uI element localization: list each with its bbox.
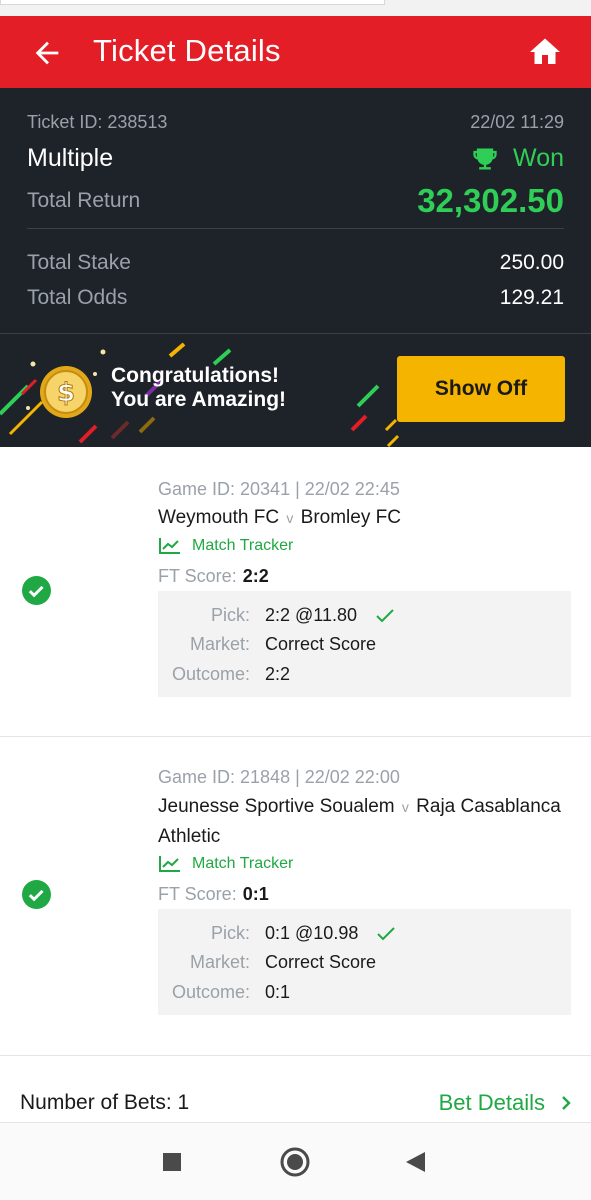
checkmark-icon (376, 608, 394, 622)
address-bar[interactable] (0, 0, 385, 5)
bet-type: Multiple (27, 144, 114, 172)
congratulations-line-2: You are Amazing! (111, 388, 287, 411)
ft-score-value: 2:2 (242, 566, 269, 586)
congratulations-text: Congratulations! You are Amazing! (111, 364, 286, 412)
total-return-label: Total Return (27, 189, 141, 212)
browser-top-strip (0, 0, 591, 16)
ft-score-label: FT Score: (158, 884, 237, 904)
coin-icon: $ (40, 366, 92, 418)
market-label: Market: (189, 952, 250, 972)
ft-score-value: 0:1 (242, 884, 269, 904)
check-circle-icon (22, 576, 51, 605)
home-team: Jeunesse Sportive Soualem (158, 796, 395, 817)
total-stake-value: 250.00 (499, 251, 564, 274)
game-card: Game ID: 21848 | 22/02 22:00 Jeunesse Sp… (0, 737, 591, 1056)
game-meta: Game ID: 21848 | 22/02 22:00 (158, 767, 400, 787)
total-return-value: 32,302.50 (417, 182, 564, 219)
status-badge: Won (471, 144, 564, 173)
ft-score: FT Score: 2:2 (158, 566, 269, 587)
check-circle-icon (22, 880, 51, 909)
congratulations-line-1: Congratulations! (111, 364, 279, 387)
number-of-bets: Number of Bets: 1 (20, 1091, 190, 1114)
trophy-icon (473, 148, 497, 169)
outcome-value: 0:1 (265, 982, 291, 1002)
chart-line-icon (159, 856, 180, 872)
match-tracker-label: Match Tracker (192, 537, 294, 554)
android-nav-bar (0, 1122, 591, 1200)
checkmark-icon (377, 926, 396, 940)
versus-label: v (286, 510, 294, 526)
outcome-value: 2:2 (265, 664, 291, 684)
ft-score-label: FT Score: (158, 566, 237, 586)
market-value: Correct Score (265, 952, 377, 972)
show-off-button[interactable]: Show Off (397, 356, 565, 422)
pick-details: Pick: 0:1 @10.98 Market: Correct Score O… (158, 909, 571, 1015)
pick-value: 2:2 @11.80 (265, 605, 395, 626)
bet-details-label: Bet Details (438, 1090, 545, 1115)
pick-value: 0:1 @10.98 (265, 923, 396, 944)
back-triangle-icon[interactable] (398, 1145, 432, 1179)
app-header: Ticket Details (0, 16, 591, 88)
chart-line-icon (159, 538, 180, 554)
pick-text: 0:1 @10.98 (265, 923, 359, 943)
bets-footer: Number of Bets: 1 Bet Details (0, 1082, 591, 1122)
ticket-id: Ticket ID: 238513 (27, 112, 168, 132)
chevron-right-icon (562, 1096, 571, 1110)
away-team: Bromley FC (300, 507, 401, 528)
ticket-summary: Ticket ID: 238513 22/02 11:29 Multiple W… (0, 88, 591, 333)
game-teams: Jeunesse Sportive Soualem v Raja Casabla… (158, 792, 578, 851)
outcome-label: Outcome: (171, 664, 250, 684)
pick-label: Pick: (210, 923, 250, 943)
summary-divider (27, 228, 564, 229)
market-value: Correct Score (265, 634, 377, 654)
match-tracker-link[interactable]: Match Tracker (158, 855, 293, 873)
ticket-datetime: 22/02 11:29 (470, 112, 564, 132)
recents-square-icon[interactable] (155, 1145, 189, 1179)
market-label: Market: (189, 634, 250, 654)
versus-label: v (401, 799, 409, 815)
svg-text:$: $ (57, 378, 75, 408)
status-text: Won (513, 144, 564, 172)
arrow-left-icon[interactable] (30, 36, 64, 70)
match-tracker-label: Match Tracker (192, 855, 294, 872)
game-teams: Weymouth FC v Bromley FC (158, 503, 578, 533)
total-odds-label: Total Odds (27, 286, 128, 309)
pick-details: Pick: 2:2 @11.80 Market: Correct Score O… (158, 591, 571, 697)
match-tracker-link[interactable]: Match Tracker (158, 537, 293, 555)
home-team: Weymouth FC (158, 507, 280, 528)
home-circle-icon[interactable] (278, 1145, 312, 1179)
outcome-label: Outcome: (171, 982, 250, 1002)
total-stake-label: Total Stake (27, 251, 131, 274)
total-odds-value: 129.21 (499, 286, 564, 309)
game-card: Game ID: 20341 | 22/02 22:45 Weymouth FC… (0, 447, 591, 737)
pick-text: 2:2 @11.80 (265, 605, 358, 625)
pick-label: Pick: (210, 605, 250, 625)
home-icon[interactable] (526, 34, 564, 70)
congratulations-banner: $ Congratulations! You are Amazing! Show… (0, 333, 591, 447)
bet-details-link[interactable]: Bet Details (439, 1090, 571, 1116)
page-title: Ticket Details (93, 33, 281, 68)
ft-score: FT Score: 0:1 (158, 884, 269, 905)
game-meta: Game ID: 20341 | 22/02 22:45 (158, 479, 400, 499)
